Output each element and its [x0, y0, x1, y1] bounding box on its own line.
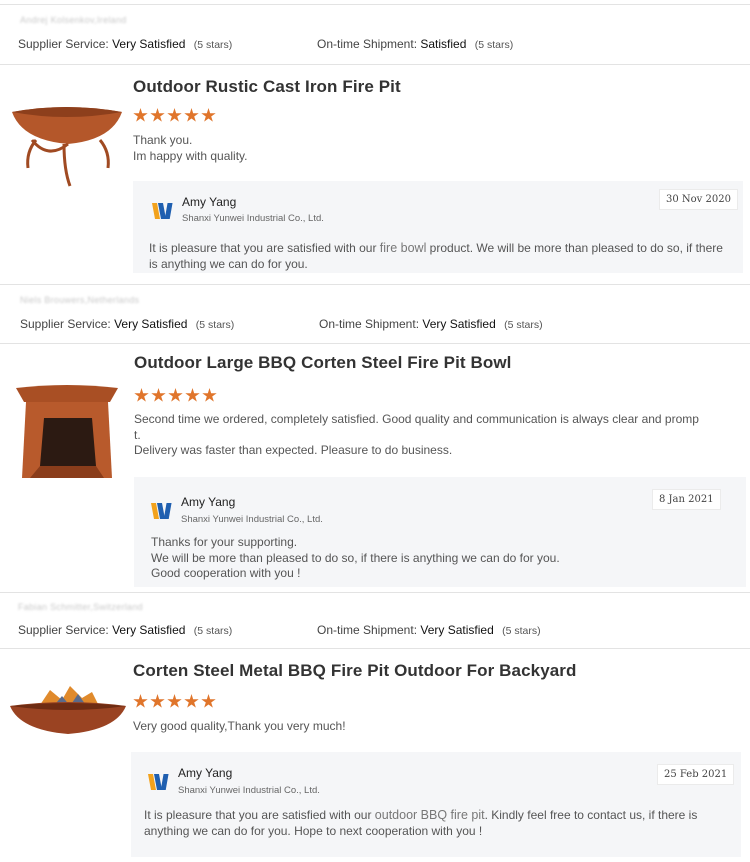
- supplier-service-value: Very Satisfied: [112, 37, 186, 51]
- star-icon: [133, 694, 148, 708]
- supplier-reply: Amy Yang Shanxi Yunwei Industrial Co., L…: [133, 181, 743, 273]
- star-icon: [167, 108, 182, 122]
- divider: [0, 343, 750, 344]
- star-icon: [202, 388, 217, 402]
- reply-date: 30 Nov 2020: [659, 189, 738, 210]
- shipment-stars: (5 stars): [474, 39, 514, 51]
- star-icon: [168, 388, 183, 402]
- reviewer-name: Andrej Kolsenkov,Ireland: [20, 15, 127, 25]
- reply-date: 25 Feb 2021: [657, 764, 735, 785]
- shipment-label: On-time Shipment:: [316, 37, 418, 51]
- star-icon: [201, 694, 216, 708]
- star-icon: [133, 108, 148, 122]
- divider: [0, 64, 750, 65]
- replier-name: Amy Yang: [182, 195, 237, 209]
- star-icon: [185, 388, 200, 402]
- supplier-reply: Amy Yang Shanxi Yunwei Industrial Co., L…: [131, 752, 741, 857]
- replier-company: Shanxi Yunwei Industrial Co., Ltd.: [182, 213, 324, 224]
- review-comment: Thank you. Im happy with quality.: [133, 133, 248, 163]
- divider: [0, 284, 750, 285]
- product-image[interactable]: [8, 684, 128, 740]
- company-logo-icon: [152, 203, 174, 219]
- divider: [0, 4, 750, 5]
- supplier-service-label: Supplier Service:: [18, 37, 109, 51]
- keyword-link[interactable]: outdoor BBQ fire pit: [375, 808, 485, 822]
- reply-text: Thanks for your supporting. We will be m…: [151, 535, 560, 580]
- reviewer-name: Fabian Schmitter,Switzerland: [18, 602, 143, 612]
- review-comment: Very good quality,Thank you very much!: [133, 719, 346, 733]
- product-title[interactable]: Outdoor Rustic Cast Iron Fire Pit: [133, 77, 401, 97]
- star-icon: [167, 694, 182, 708]
- review-comment: Second time we ordered, completely satis…: [134, 412, 699, 457]
- star-icon: [134, 388, 149, 402]
- product-image[interactable]: [8, 100, 126, 192]
- star-icon: [151, 388, 166, 402]
- keyword-link[interactable]: fire bowl: [380, 241, 427, 255]
- product-title[interactable]: Outdoor Large BBQ Corten Steel Fire Pit …: [134, 353, 512, 373]
- supplier-service-stars: (5 stars): [193, 39, 233, 51]
- rating-summary: Supplier Service: Very Satisfied (5 star…: [18, 623, 541, 637]
- supplier-reply: Amy Yang Shanxi Yunwei Industrial Co., L…: [134, 477, 746, 587]
- star-icon: [184, 108, 199, 122]
- divider: [0, 648, 750, 649]
- replier-name: Amy Yang: [178, 766, 233, 780]
- replier-name: Amy Yang: [181, 495, 236, 509]
- reviewer-name: Niels Brouwers,Netherlands: [20, 295, 140, 305]
- reply-text: It is pleasure that you are satisfied wi…: [149, 241, 723, 271]
- rating-stars: [133, 694, 218, 710]
- divider: [0, 592, 750, 593]
- rating-summary: Supplier Service: Very Satisfied (5 star…: [18, 37, 513, 51]
- star-icon: [184, 694, 199, 708]
- star-icon: [150, 694, 165, 708]
- replier-company: Shanxi Yunwei Industrial Co., Ltd.: [181, 514, 323, 525]
- product-image[interactable]: [14, 382, 120, 482]
- company-logo-icon: [148, 774, 170, 790]
- rating-stars: [133, 108, 218, 124]
- rating-summary: Supplier Service: Very Satisfied (5 star…: [20, 317, 543, 331]
- reply-date: 8 Jan 2021: [652, 489, 721, 510]
- rating-stars: [134, 388, 219, 404]
- company-logo-icon: [151, 503, 173, 519]
- shipment-value: Satisfied: [420, 37, 467, 51]
- star-icon: [150, 108, 165, 122]
- product-title[interactable]: Corten Steel Metal BBQ Fire Pit Outdoor …: [133, 661, 577, 681]
- star-icon: [201, 108, 216, 122]
- reply-text: It is pleasure that you are satisfied wi…: [144, 808, 698, 838]
- replier-company: Shanxi Yunwei Industrial Co., Ltd.: [178, 785, 320, 796]
